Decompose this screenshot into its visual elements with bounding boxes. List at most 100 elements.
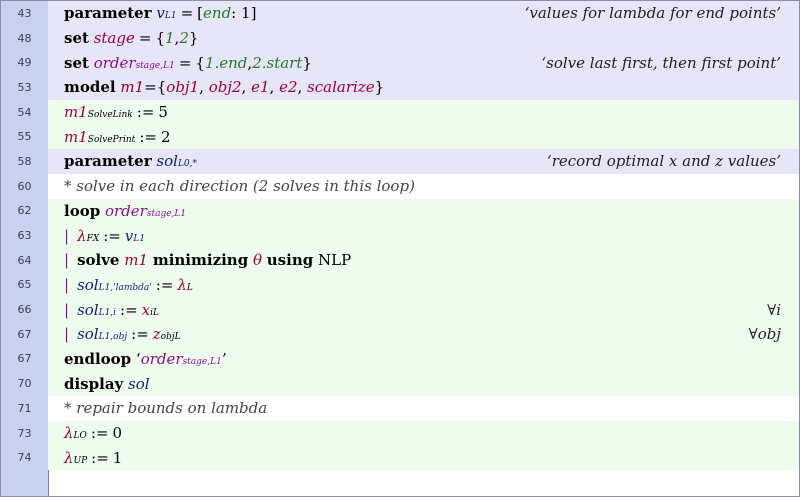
code-line[interactable]: 67 | sol L1,obj := z obj L ∀obj xyxy=(1,321,799,347)
code-content[interactable]: parameter v L1 = [end: 1] ‘values for lam… xyxy=(48,1,799,26)
code-content[interactable]: λ LO := 0 xyxy=(48,420,799,446)
keyword-model: model xyxy=(64,78,116,97)
code-content[interactable]: model m1 ={obj1, obj2, e1, e2, scalarize} xyxy=(48,75,799,100)
brace-open: { xyxy=(155,29,165,48)
operator-assign: := xyxy=(90,424,109,443)
keyword-display: display xyxy=(64,374,124,393)
keyword-minimizing: minimizing xyxy=(152,251,249,270)
keyword-solve: solve xyxy=(77,251,120,270)
code-line[interactable]: 63 | λ FX := v L1 xyxy=(1,223,799,248)
variable-x: x xyxy=(141,300,151,319)
code-line[interactable]: 64 | solve m1 minimizing θ using NLP xyxy=(1,247,799,273)
code-line[interactable]: 70 display sol xyxy=(1,371,799,396)
subscript: L1 xyxy=(133,233,146,244)
code-content[interactable]: endloop ‘order stage,L1’ xyxy=(48,346,799,372)
line-number: 66 xyxy=(17,303,32,317)
line-number: 63 xyxy=(17,229,32,243)
keyword-using: using xyxy=(266,251,314,270)
value-zero: 0 xyxy=(112,424,123,443)
operator-assign: := xyxy=(136,103,155,122)
code-content[interactable]: | λ FX := v L1 xyxy=(48,223,799,248)
brace-open: { xyxy=(156,78,167,97)
brace-open: { xyxy=(195,53,205,72)
code-content[interactable]: | solve m1 minimizing θ using NLP xyxy=(48,247,799,273)
separator: , xyxy=(241,78,247,97)
line-comment: ‘solve last first, then first point’ xyxy=(541,53,781,72)
code-content[interactable]: * repair bounds on lambda xyxy=(48,396,799,421)
code-content[interactable]: display sol xyxy=(48,371,799,396)
code-line[interactable]: 54 m1 SolveLink := 5 xyxy=(1,99,799,125)
value-two: 2 xyxy=(160,127,171,146)
operator-eq: = xyxy=(178,53,192,72)
code-content[interactable]: parameter sol L0,* ‘record optimal x and … xyxy=(48,149,799,174)
code-line[interactable]: 71 * repair bounds on lambda xyxy=(1,396,799,421)
code-content[interactable]: | sol L1,'lambda' := λL xyxy=(48,272,799,298)
code-line[interactable]: 66 | sol L1,i := xiL ∀i xyxy=(1,297,799,322)
subscript: stage,L1 xyxy=(182,356,222,367)
code-content[interactable]: | sol L1,obj := z obj L ∀obj xyxy=(48,321,799,347)
code-line[interactable]: 48 set stage = {1, 2} xyxy=(1,25,799,51)
identifier-sol: sol xyxy=(77,300,99,319)
line-number: 55 xyxy=(17,130,32,144)
superscript: UP xyxy=(73,455,88,466)
code-line[interactable]: 53 model m1 ={obj1, obj2, e1, e2, scalari… xyxy=(1,75,799,100)
symbol-lambda: λ xyxy=(177,275,187,294)
code-line[interactable]: 67 endloop ‘order stage,L1’ xyxy=(1,346,799,372)
code-content[interactable]: m1 SolvePrint := 2 xyxy=(48,124,799,150)
line-number: 54 xyxy=(17,105,32,119)
domain-forall: ∀obj xyxy=(748,325,781,344)
code-content[interactable]: * solve in each direction (2 solves in t… xyxy=(48,173,799,199)
identifier-order: order xyxy=(140,349,183,368)
code-line[interactable]: 43 parameter v L1 = [end: 1] ‘values for … xyxy=(1,1,799,26)
keyword-set: set xyxy=(64,53,89,72)
code-line[interactable]: 65 | sol L1,'lambda' := λL xyxy=(1,272,799,298)
keyword-set: set xyxy=(64,29,89,48)
identifier-sol: sol xyxy=(77,325,99,344)
identifier-stage: stage xyxy=(93,29,135,48)
line-number: 48 xyxy=(17,31,32,45)
operator-assign: := xyxy=(155,275,174,294)
solver-nlp: NLP xyxy=(318,251,352,270)
value-end: end xyxy=(203,4,232,23)
symbol-lambda: λ xyxy=(64,424,74,443)
code-content[interactable]: λ UP := 1 xyxy=(48,445,799,471)
separator: , xyxy=(269,78,275,97)
superscript: L xyxy=(186,282,193,293)
code-content[interactable]: | sol L1,i := xiL ∀i xyxy=(48,297,799,322)
brace-close: } xyxy=(374,78,385,97)
superscript: LO xyxy=(73,431,87,442)
identifier-sol: sol xyxy=(77,275,99,294)
comment-text: * solve in each direction (2 solves in t… xyxy=(64,177,415,196)
subscript: L1,i xyxy=(98,307,117,318)
code-line[interactable]: 60 * solve in each direction (2 solves i… xyxy=(1,173,799,199)
value-one: 1 xyxy=(164,29,175,48)
code-content[interactable]: loop order stage,L1 xyxy=(48,198,799,224)
value-two-start: 2.start xyxy=(252,53,303,72)
code-content[interactable]: set stage = {1, 2} xyxy=(48,25,799,51)
code-content[interactable]: m1 SolveLink := 5 xyxy=(48,99,799,125)
operator-eq: = xyxy=(180,4,194,23)
code-content[interactable]: set order stage,L1 = {1.end, 2.start} ‘sol… xyxy=(48,50,799,76)
code-line[interactable]: 49 set order stage,L1 = {1.end, 2.start} ‘… xyxy=(1,50,799,76)
subscript: L1,'lambda' xyxy=(98,282,152,293)
value-one-end: 1.end xyxy=(204,53,248,72)
code-line[interactable]: 58 parameter sol L0,* ‘record optimal x a… xyxy=(1,149,799,174)
code-line[interactable]: 74 λ UP := 1 xyxy=(1,445,799,471)
symbol-theta: θ xyxy=(252,251,262,270)
loop-indent-bar: | xyxy=(64,325,70,344)
code-line[interactable]: 73 λ LO := 0 xyxy=(1,420,799,446)
loop-indent-bar: | xyxy=(64,251,70,270)
identifier-m1: m1 xyxy=(64,103,88,122)
line-comment: ‘record optimal x and z values’ xyxy=(546,152,781,171)
code-line[interactable]: 62 loop order stage,L1 xyxy=(1,198,799,224)
loop-indent-bar: | xyxy=(64,300,70,319)
line-number: 70 xyxy=(17,377,32,391)
operator-eq: = xyxy=(144,78,157,97)
keyword-parameter: parameter xyxy=(64,4,152,23)
operator-assign: := xyxy=(103,226,121,245)
line-comment: ‘values for lambda for end points’ xyxy=(524,4,781,23)
code-line[interactable]: 55 m1 SolvePrint := 2 xyxy=(1,124,799,150)
line-number: 65 xyxy=(17,278,32,292)
identifier-v: v xyxy=(156,4,165,23)
value-one: 1 xyxy=(112,448,123,467)
